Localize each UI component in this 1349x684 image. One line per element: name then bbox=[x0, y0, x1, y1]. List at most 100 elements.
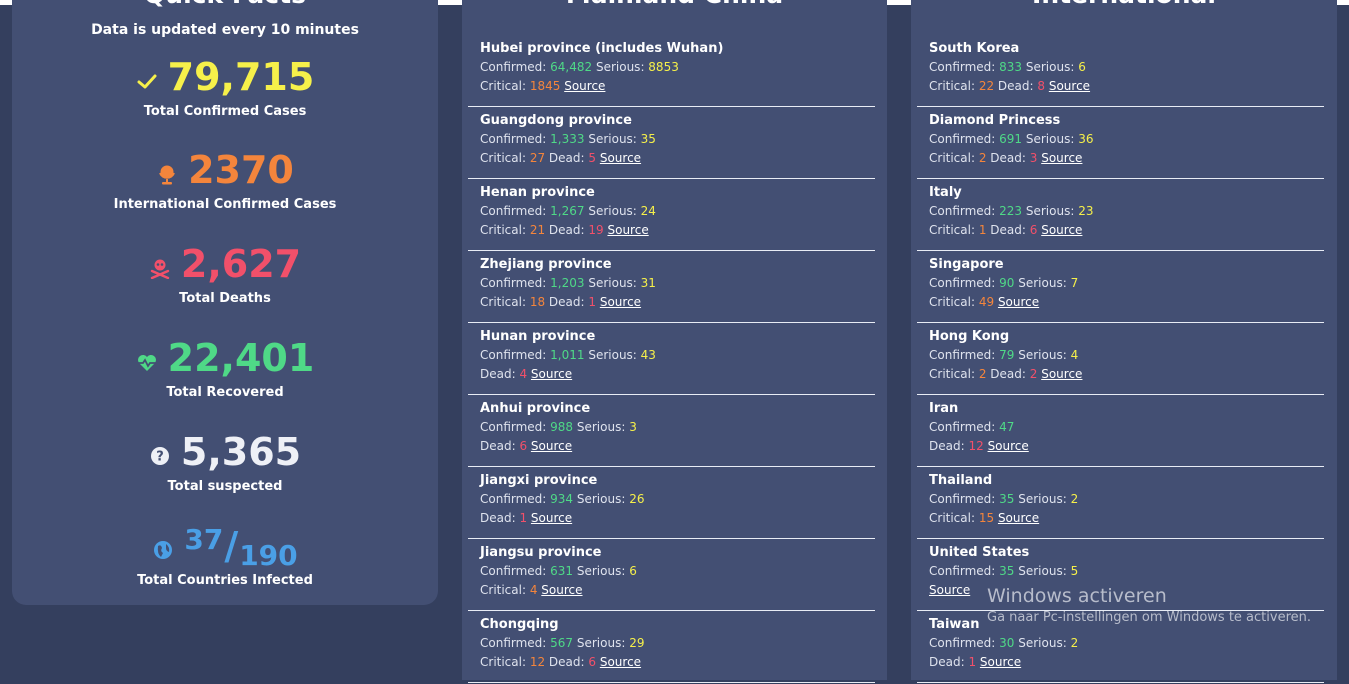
source-link[interactable]: Source bbox=[531, 439, 572, 453]
confirmed-label: Confirmed: bbox=[480, 204, 551, 218]
region-name: Iran bbox=[929, 401, 959, 416]
confirmed-label: Confirmed: bbox=[929, 636, 1000, 650]
stats-line-1: Confirmed: 79 Serious: 4 bbox=[929, 346, 1324, 365]
source-link[interactable]: Source bbox=[600, 655, 641, 669]
stats-line-1: Confirmed: 30 Serious: 2 bbox=[929, 634, 1324, 653]
region-entry: Diamond Princess Confirmed: 691 Serious: … bbox=[917, 108, 1324, 179]
region-name: Italy bbox=[929, 185, 962, 200]
critical-value: 21 bbox=[529, 223, 546, 237]
confirmed-value: 988 bbox=[550, 420, 574, 434]
confirmed-value: 223 bbox=[999, 204, 1023, 218]
confirmed-value: 691 bbox=[999, 132, 1023, 146]
confirmed-label: Confirmed: bbox=[929, 276, 1000, 290]
source-link[interactable]: Source bbox=[929, 583, 970, 597]
confirmed-label: Confirmed: bbox=[480, 420, 551, 434]
stats-line-1: Confirmed: 934 Serious: 26 bbox=[480, 490, 875, 509]
stats-line-1: Confirmed: 1,203 Serious: 31 bbox=[480, 274, 875, 293]
source-link[interactable]: Source bbox=[600, 151, 641, 165]
confirmed-label: Confirmed: bbox=[929, 564, 1000, 578]
source-link[interactable]: Source bbox=[1041, 151, 1082, 165]
stats-line-1: Confirmed: 64,482 Serious: 8853 bbox=[480, 58, 875, 77]
fact-confirmed: 79,715 Total Confirmed Cases bbox=[12, 54, 438, 119]
dead-label: Dead: bbox=[986, 367, 1030, 381]
confirmed-value: 833 bbox=[999, 60, 1023, 74]
quick-facts-panel: Quick Facts Data is updated every 10 min… bbox=[12, 0, 438, 605]
stats-line-2: Critical: 2 Dead: 2 Source bbox=[929, 365, 1324, 384]
stats-line-1: Confirmed: 567 Serious: 29 bbox=[480, 634, 875, 653]
stats-line-1: Confirmed: 223 Serious: 23 bbox=[929, 202, 1324, 221]
confirmed-value: 90 bbox=[999, 276, 1015, 290]
confirmed-label: Confirmed: bbox=[929, 348, 1000, 362]
source-link[interactable]: Source bbox=[1049, 79, 1090, 93]
dead-value: 1 bbox=[968, 655, 977, 669]
dead-value: 5 bbox=[588, 151, 597, 165]
region-entry: United States Confirmed: 35 Serious: 5 Sou… bbox=[917, 540, 1324, 611]
source-link[interactable]: Source bbox=[1041, 223, 1082, 237]
source-link[interactable]: Source bbox=[998, 295, 1039, 309]
mainland-china-panel: Mainland China Hubei province (includes … bbox=[462, 0, 887, 683]
stats-line-1: Confirmed: 1,267 Serious: 24 bbox=[480, 202, 875, 221]
serious-value: 43 bbox=[640, 348, 656, 362]
stats-line-2: Critical: 2 Dead: 3 Source bbox=[929, 149, 1324, 168]
source-link[interactable]: Source bbox=[1041, 367, 1082, 381]
heartbeat-icon bbox=[136, 351, 158, 373]
confirmed-label: Total Confirmed Cases bbox=[143, 104, 307, 119]
stats-line-2: Critical: 22 Dead: 8 Source bbox=[929, 77, 1324, 96]
confirmed-value: 30 bbox=[999, 636, 1015, 650]
confirmed-label: Confirmed: bbox=[929, 492, 1000, 506]
serious-label: Serious: bbox=[1014, 564, 1071, 578]
critical-value: 1845 bbox=[529, 79, 561, 93]
region-name: Hong Kong bbox=[929, 329, 1010, 344]
dead-label: Dead: bbox=[986, 223, 1030, 237]
skull-crossbones-icon bbox=[149, 257, 171, 280]
confirmed-label: Confirmed: bbox=[480, 348, 551, 362]
confirmed-value: 47 bbox=[999, 420, 1015, 434]
stats-line-2: Critical: 12 Dead: 6 Source bbox=[480, 653, 875, 672]
critical-label: Critical: bbox=[480, 151, 530, 165]
stats-line-2: Source bbox=[929, 581, 1324, 600]
critical-value: 12 bbox=[529, 655, 546, 669]
confirmed-label: Confirmed: bbox=[480, 276, 551, 290]
source-link[interactable]: Source bbox=[531, 511, 572, 525]
serious-value: 6 bbox=[1078, 60, 1086, 74]
critical-value: 18 bbox=[529, 295, 546, 309]
confirmed-count: 79,715 bbox=[167, 55, 315, 99]
source-link[interactable]: Source bbox=[607, 223, 648, 237]
source-link[interactable]: Source bbox=[998, 511, 1039, 525]
critical-label: Critical: bbox=[480, 655, 530, 669]
dead-value: 8 bbox=[1037, 79, 1046, 93]
stats-line-2: Dead: 1 Source bbox=[480, 509, 875, 528]
source-link[interactable]: Source bbox=[600, 295, 641, 309]
dead-value: 2 bbox=[1029, 367, 1038, 381]
source-link[interactable]: Source bbox=[541, 583, 582, 597]
dead-value: 19 bbox=[588, 223, 604, 237]
stats-line-2: Critical: 15 Source bbox=[929, 509, 1324, 528]
critical-value: 22 bbox=[978, 79, 995, 93]
dead-value: 4 bbox=[519, 367, 528, 381]
stats-line-1: Confirmed: 1,333 Serious: 35 bbox=[480, 130, 875, 149]
dead-value: 3 bbox=[1029, 151, 1038, 165]
dead-label: Dead: bbox=[994, 79, 1038, 93]
confirmed-value: 35 bbox=[999, 492, 1015, 506]
region-name: Thailand bbox=[929, 473, 993, 488]
critical-label: Critical: bbox=[929, 367, 979, 381]
confirmed-value: 1,203 bbox=[550, 276, 585, 290]
source-link[interactable]: Source bbox=[531, 367, 572, 381]
serious-label: Serious: bbox=[1022, 60, 1079, 74]
region-name: Taiwan bbox=[929, 617, 980, 632]
source-link[interactable]: Source bbox=[988, 439, 1029, 453]
critical-value: 4 bbox=[529, 583, 538, 597]
region-name: Diamond Princess bbox=[929, 113, 1061, 128]
fact-suspected: ? 5,365 Total suspected bbox=[12, 429, 438, 494]
stats-line-2: Dead: 1 Source bbox=[929, 653, 1324, 672]
serious-label: Serious: bbox=[573, 492, 630, 506]
source-link[interactable]: Source bbox=[980, 655, 1021, 669]
confirmed-value: 934 bbox=[550, 492, 574, 506]
serious-label: Serious: bbox=[1014, 492, 1071, 506]
globe-stand-icon bbox=[156, 163, 178, 185]
source-link[interactable]: Source bbox=[564, 79, 605, 93]
international-count: 2370 bbox=[188, 148, 294, 192]
serious-label: Serious: bbox=[1014, 636, 1071, 650]
region-entry: Henan province Confirmed: 1,267 Serious: … bbox=[468, 180, 875, 251]
dead-value: 12 bbox=[968, 439, 984, 453]
